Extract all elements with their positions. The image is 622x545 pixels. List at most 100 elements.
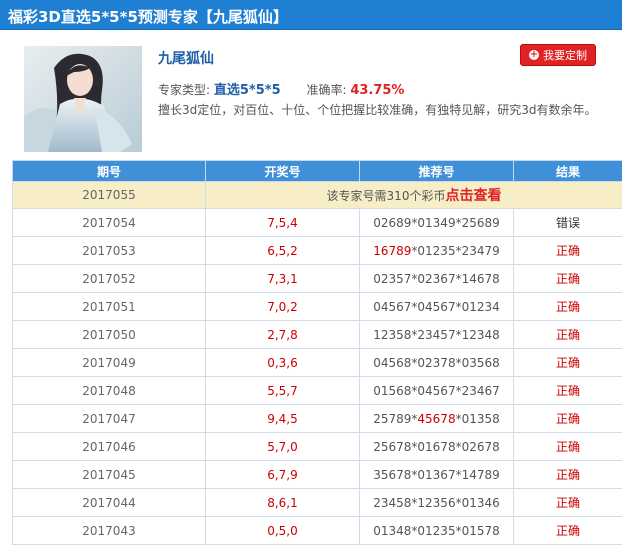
- draw-cell: 7,3,1: [206, 265, 360, 293]
- recommend-segment: 04567: [373, 300, 411, 314]
- table-row: 20170536,5,216789*01235*23479正确: [13, 237, 622, 265]
- locked-message: 该专家号需310个彩币点击查看: [206, 182, 622, 209]
- recommend-cell: 04568*02378*03568: [360, 349, 514, 377]
- expert-name[interactable]: 九尾狐仙: [158, 48, 214, 68]
- draw-cell: 5,5,7: [206, 377, 360, 405]
- expert-avatar-illustration: [24, 46, 142, 152]
- result-cell: 正确: [514, 461, 622, 489]
- expert-meta: 专家类型: 直选5*5*5 准确率: 43.75%: [158, 79, 404, 98]
- recommend-segment: 16789: [373, 244, 411, 258]
- table-row: 20170490,3,604568*02378*03568正确: [13, 349, 622, 377]
- recommend-cell: 04567*04567*01234: [360, 293, 514, 321]
- header-result: 结果: [514, 161, 622, 182]
- draw-cell: 0,3,6: [206, 349, 360, 377]
- period-cell: 2017053: [13, 237, 206, 265]
- recommend-segment: 14678: [462, 272, 500, 286]
- recommend-segment: 02357: [373, 272, 411, 286]
- table-row: 20170517,0,204567*04567*01234正确: [13, 293, 622, 321]
- recommend-cell: 02689*01349*25689: [360, 209, 514, 237]
- recommend-cell: 02357*02367*14678: [360, 265, 514, 293]
- result-cell: 正确: [514, 265, 622, 293]
- recommend-segment: 01568: [373, 384, 411, 398]
- recommend-segment: 25789: [373, 412, 411, 426]
- expert-profile: 九尾狐仙 + 我要定制 专家类型: 直选5*5*5 准确率: 43.75% 擅长…: [12, 30, 622, 160]
- draw-cell: 8,6,1: [206, 489, 360, 517]
- table-row: 20170430,5,001348*01235*01578正确: [13, 517, 622, 545]
- period-cell: 2017047: [13, 405, 206, 433]
- result-cell: 正确: [514, 517, 622, 545]
- recommend-segment: 01234: [462, 300, 500, 314]
- period-cell: 2017045: [13, 461, 206, 489]
- draw-cell: 2,7,8: [206, 321, 360, 349]
- recommend-segment: 45678: [417, 412, 455, 426]
- accuracy-value: 43.75%: [350, 83, 404, 98]
- period-cell: 2017054: [13, 209, 206, 237]
- result-cell: 正确: [514, 293, 622, 321]
- prediction-table: 期号 开奖号 推荐号 结果 2017055 该专家号需310个彩币点击查看 20…: [12, 160, 622, 545]
- page-header: 福彩3D直选5*5*5预测专家【九尾狐仙】: [0, 0, 622, 30]
- accuracy-label: 准确率:: [306, 83, 346, 97]
- recommend-segment: 02378: [417, 356, 455, 370]
- recommend-segment: 12358: [373, 328, 411, 342]
- recommend-segment: 03568: [462, 356, 500, 370]
- recommend-cell: 01568*04567*23467: [360, 377, 514, 405]
- recommend-segment: 02367: [417, 272, 455, 286]
- recommend-segment: 01346: [462, 496, 500, 510]
- recommend-cell: 35678*01367*14789: [360, 461, 514, 489]
- recommend-segment: 12348: [462, 328, 500, 342]
- result-cell: 正确: [514, 433, 622, 461]
- expert-type-value: 直选5*5*5: [214, 83, 281, 98]
- draw-cell: 7,0,2: [206, 293, 360, 321]
- recommend-segment: 25689: [462, 216, 500, 230]
- recommend-segment: 01358: [462, 412, 500, 426]
- draw-cell: 7,5,4: [206, 209, 360, 237]
- recommend-segment: 01349: [417, 216, 455, 230]
- period-cell: 2017051: [13, 293, 206, 321]
- draw-cell: 6,5,2: [206, 237, 360, 265]
- header-draw: 开奖号: [206, 161, 360, 182]
- draw-cell: 5,7,0: [206, 433, 360, 461]
- recommend-segment: 04567: [417, 300, 455, 314]
- result-cell: 正确: [514, 349, 622, 377]
- recommend-segment: 01348: [373, 524, 411, 538]
- view-link[interactable]: 点击查看: [445, 188, 501, 204]
- recommend-segment: 23479: [462, 244, 500, 258]
- table-row: 20170547,5,402689*01349*25689错误: [13, 209, 622, 237]
- recommend-segment: 14789: [462, 468, 500, 482]
- result-cell: 正确: [514, 377, 622, 405]
- page-title: 福彩3D直选5*5*5预测专家【九尾狐仙】: [8, 6, 288, 27]
- custom-order-label: 我要定制: [543, 47, 587, 63]
- header-recommend: 推荐号: [360, 161, 514, 182]
- table-row: 20170479,4,525789*45678*01358正确: [13, 405, 622, 433]
- custom-order-button[interactable]: + 我要定制: [520, 44, 596, 66]
- result-cell: 错误: [514, 209, 622, 237]
- period-cell: 2017043: [13, 517, 206, 545]
- table-row: 20170448,6,123458*12356*01346正确: [13, 489, 622, 517]
- recommend-cell: 16789*01235*23479: [360, 237, 514, 265]
- locked-cost-text: 该专家号需310个彩币: [327, 189, 446, 203]
- result-cell: 正确: [514, 237, 622, 265]
- recommend-segment: 35678: [373, 468, 411, 482]
- recommend-segment: 02678: [462, 440, 500, 454]
- recommend-segment: 23467: [462, 384, 500, 398]
- period-cell: 2017049: [13, 349, 206, 377]
- period-cell: 2017052: [13, 265, 206, 293]
- recommend-segment: 01578: [462, 524, 500, 538]
- recommend-cell: 23458*12356*01346: [360, 489, 514, 517]
- recommend-cell: 25678*01678*02678: [360, 433, 514, 461]
- expert-avatar: [24, 46, 142, 152]
- recommend-segment: 01235: [417, 524, 455, 538]
- result-cell: 正确: [514, 489, 622, 517]
- period-cell: 2017046: [13, 433, 206, 461]
- table-row: 20170485,5,701568*04567*23467正确: [13, 377, 622, 405]
- recommend-segment: 12356: [417, 496, 455, 510]
- recommend-segment: 23457: [417, 328, 455, 342]
- recommend-segment: 25678: [373, 440, 411, 454]
- recommend-cell: 01348*01235*01578: [360, 517, 514, 545]
- table-row: 20170502,7,812358*23457*12348正确: [13, 321, 622, 349]
- plus-icon: +: [529, 50, 539, 60]
- draw-cell: 0,5,0: [206, 517, 360, 545]
- result-cell: 正确: [514, 321, 622, 349]
- period-cell: 2017044: [13, 489, 206, 517]
- recommend-segment: 02689: [373, 216, 411, 230]
